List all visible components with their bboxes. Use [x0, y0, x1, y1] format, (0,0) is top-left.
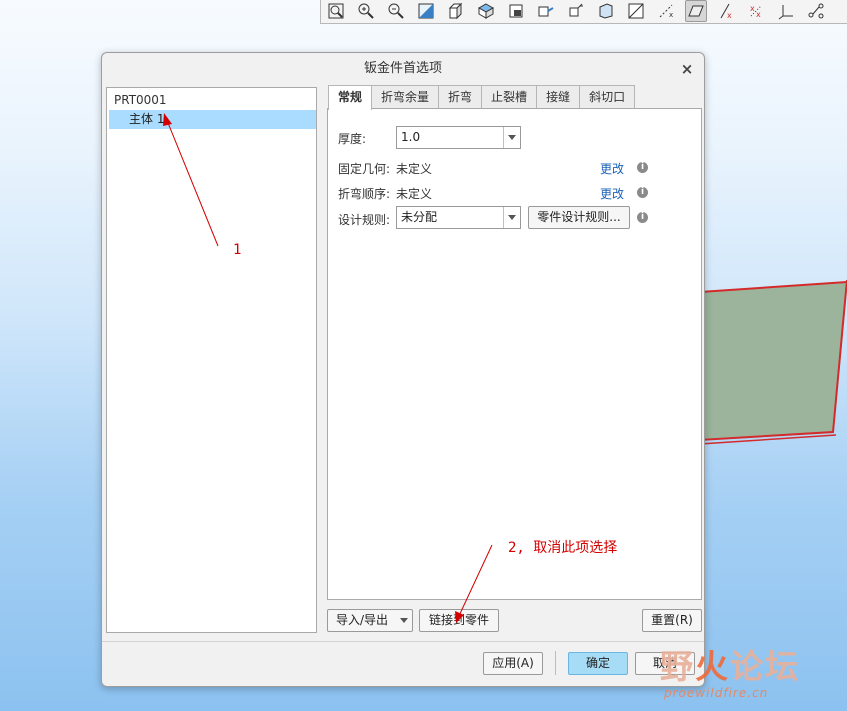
design-rule-label: 设计规则: — [338, 213, 391, 227]
tab-strip: 常规 折弯余量 折弯 止裂槽 接缝 斜切口 — [328, 85, 636, 110]
close-icon[interactable]: × — [678, 60, 696, 78]
bend-order-label: 折弯顺序: — [338, 187, 391, 201]
design-rule-combo[interactable]: 未分配 — [396, 206, 521, 229]
thickness-label: 厚度: — [338, 132, 367, 146]
sheetmetal-preferences-dialog: 钣金件首选项 × PRT0001 主体 1 常规 折弯余量 折弯 止裂槽 接缝 … — [101, 52, 705, 687]
tree-item-body[interactable]: 主体 1 — [109, 110, 316, 129]
sketch-display-icon[interactable] — [805, 0, 827, 22]
svg-text:x: x — [750, 4, 755, 13]
tab-bend[interactable]: 折弯 — [438, 85, 483, 109]
bend-order-value: 未定义 — [396, 187, 433, 201]
ok-button[interactable]: 确定 — [568, 652, 628, 675]
datum-display-icon[interactable] — [595, 0, 617, 22]
annotation-2: 2, 取消此项选择 — [508, 540, 618, 556]
tab-miter-cut[interactable]: 斜切口 — [579, 85, 636, 109]
spin-center-icon[interactable] — [565, 0, 587, 22]
saved-views-icon[interactable] — [475, 0, 497, 22]
info-icon[interactable]: i — [637, 212, 648, 223]
watermark-url: proewildfire.cn — [664, 686, 769, 700]
part-design-rules-button[interactable]: 零件设计规则... — [528, 206, 630, 229]
watermark-char: 野 — [660, 647, 695, 686]
watermark-char: 火 — [695, 647, 730, 686]
svg-text:x: x — [727, 11, 732, 20]
tree-item-root[interactable]: PRT0001 — [114, 93, 167, 107]
apply-button[interactable]: 应用(A) — [483, 652, 543, 675]
general-panel: 厚度: 1.0 固定几何: 未定义 更改 i 折弯顺序: 未定义 更改 i 设计… — [327, 108, 702, 600]
chevron-down-icon[interactable] — [503, 127, 520, 148]
graphics-toolbar: x x xx — [320, 0, 847, 24]
link-to-part-button[interactable]: 链接到零件 — [419, 609, 499, 632]
fixed-geometry-label: 固定几何: — [338, 162, 391, 176]
perspective-icon[interactable] — [535, 0, 557, 22]
point-display-icon[interactable]: x — [715, 0, 737, 22]
button-separator — [555, 651, 556, 675]
footer-divider — [102, 641, 704, 642]
zoom-fit-icon[interactable] — [325, 0, 347, 22]
annotation-display-icon[interactable] — [625, 0, 647, 22]
svg-text:x: x — [756, 10, 761, 19]
tab-bend-allowance[interactable]: 折弯余量 — [371, 85, 440, 109]
zoom-in-icon[interactable] — [355, 0, 377, 22]
coordinate-system-icon[interactable] — [775, 0, 797, 22]
model-tree: PRT0001 主体 1 — [106, 87, 317, 633]
import-export-button[interactable]: 导入/导出 — [327, 609, 413, 632]
info-icon[interactable]: i — [637, 187, 648, 198]
view-orient-icon[interactable] — [445, 0, 467, 22]
watermark-logo: 野火论坛 proewildfire.cn — [660, 640, 840, 704]
thickness-value: 1.0 — [401, 130, 421, 144]
annotation-1: 1 — [233, 242, 242, 258]
chevron-down-icon[interactable] — [503, 207, 520, 228]
tab-seam[interactable]: 接缝 — [536, 85, 581, 109]
tab-relief[interactable]: 止裂槽 — [481, 85, 538, 109]
chevron-down-icon — [396, 610, 412, 631]
plane-display-icon[interactable] — [685, 0, 707, 22]
fixed-geometry-change-link[interactable]: 更改 — [600, 160, 624, 177]
tab-general[interactable]: 常规 — [328, 85, 373, 110]
import-export-label: 导入/导出 — [336, 613, 389, 627]
design-rule-value: 未分配 — [401, 210, 438, 224]
dialog-title: 钣金件首选项 — [363, 61, 442, 76]
info-icon[interactable]: i — [637, 162, 648, 173]
display-style-icon[interactable] — [505, 0, 527, 22]
reset-button[interactable]: 重置(R) — [642, 609, 702, 632]
refit-icon[interactable] — [415, 0, 437, 22]
zoom-out-icon[interactable] — [385, 0, 407, 22]
watermark-char: 论坛 — [730, 647, 800, 686]
svg-text:x: x — [669, 11, 673, 19]
axis-display-icon[interactable]: x — [655, 0, 677, 22]
thickness-combo[interactable]: 1.0 — [396, 126, 521, 149]
watermark-title: 野火论坛 — [660, 640, 800, 688]
bend-order-change-link[interactable]: 更改 — [600, 185, 624, 202]
csys-display-icon[interactable]: xx — [745, 0, 767, 22]
fixed-geometry-value: 未定义 — [396, 162, 433, 176]
